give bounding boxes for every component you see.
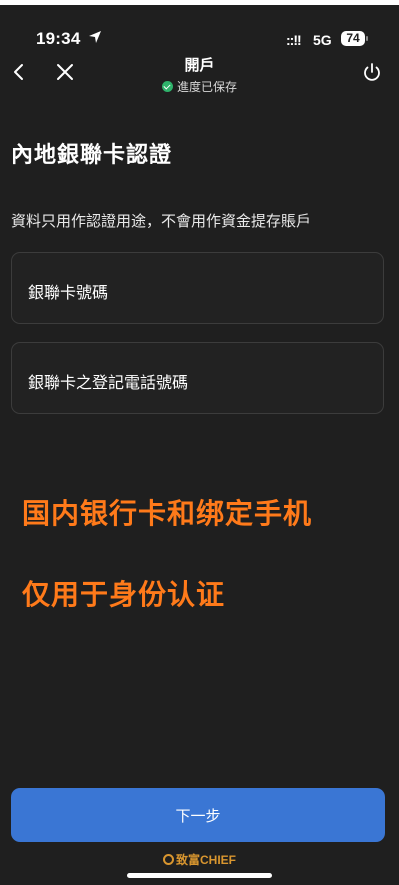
location-arrow-icon [89,31,101,43]
brand-footer: 致富CHIEF [0,851,399,868]
status-bar: 19:34 ::!! 5G 74 [0,0,399,52]
save-status: 進度已保存 [0,78,399,95]
brand-text: 致富CHIEF [175,853,236,867]
phone-number-placeholder: 銀聯卡之登記電話號碼 [28,375,189,392]
home-indicator [127,873,272,878]
check-circle-icon [161,81,173,92]
page-title: 內地銀聯卡認證 [11,142,173,167]
nav-title: 開戶 [184,57,215,74]
battery-nub [366,36,368,41]
save-status-text: 進度已保存 [176,80,237,94]
phone-number-field[interactable]: 銀聯卡之登記電話號碼 [11,342,384,414]
signal-icon: ::!! [286,32,302,48]
next-button[interactable]: 下一步 [11,788,385,842]
power-icon[interactable] [360,60,384,84]
navigation-bar: 開戶 進度已保存 [0,52,399,100]
status-time: 19:34 [36,29,81,48]
card-number-field[interactable]: 銀聯卡號碼 [11,252,384,324]
annotation-line-1: 国内银行卡和绑定手机 [22,498,313,529]
battery-icon: 74 [341,31,365,46]
card-number-placeholder: 銀聯卡號碼 [28,285,109,302]
page-subtitle: 資料只用作認證用途，不會用作資金提存賬戶 [11,213,312,230]
annotation-line-2: 仅用于身份认证 [22,579,226,610]
network-type: 5G [313,32,332,48]
brand-logo-icon [162,854,174,865]
